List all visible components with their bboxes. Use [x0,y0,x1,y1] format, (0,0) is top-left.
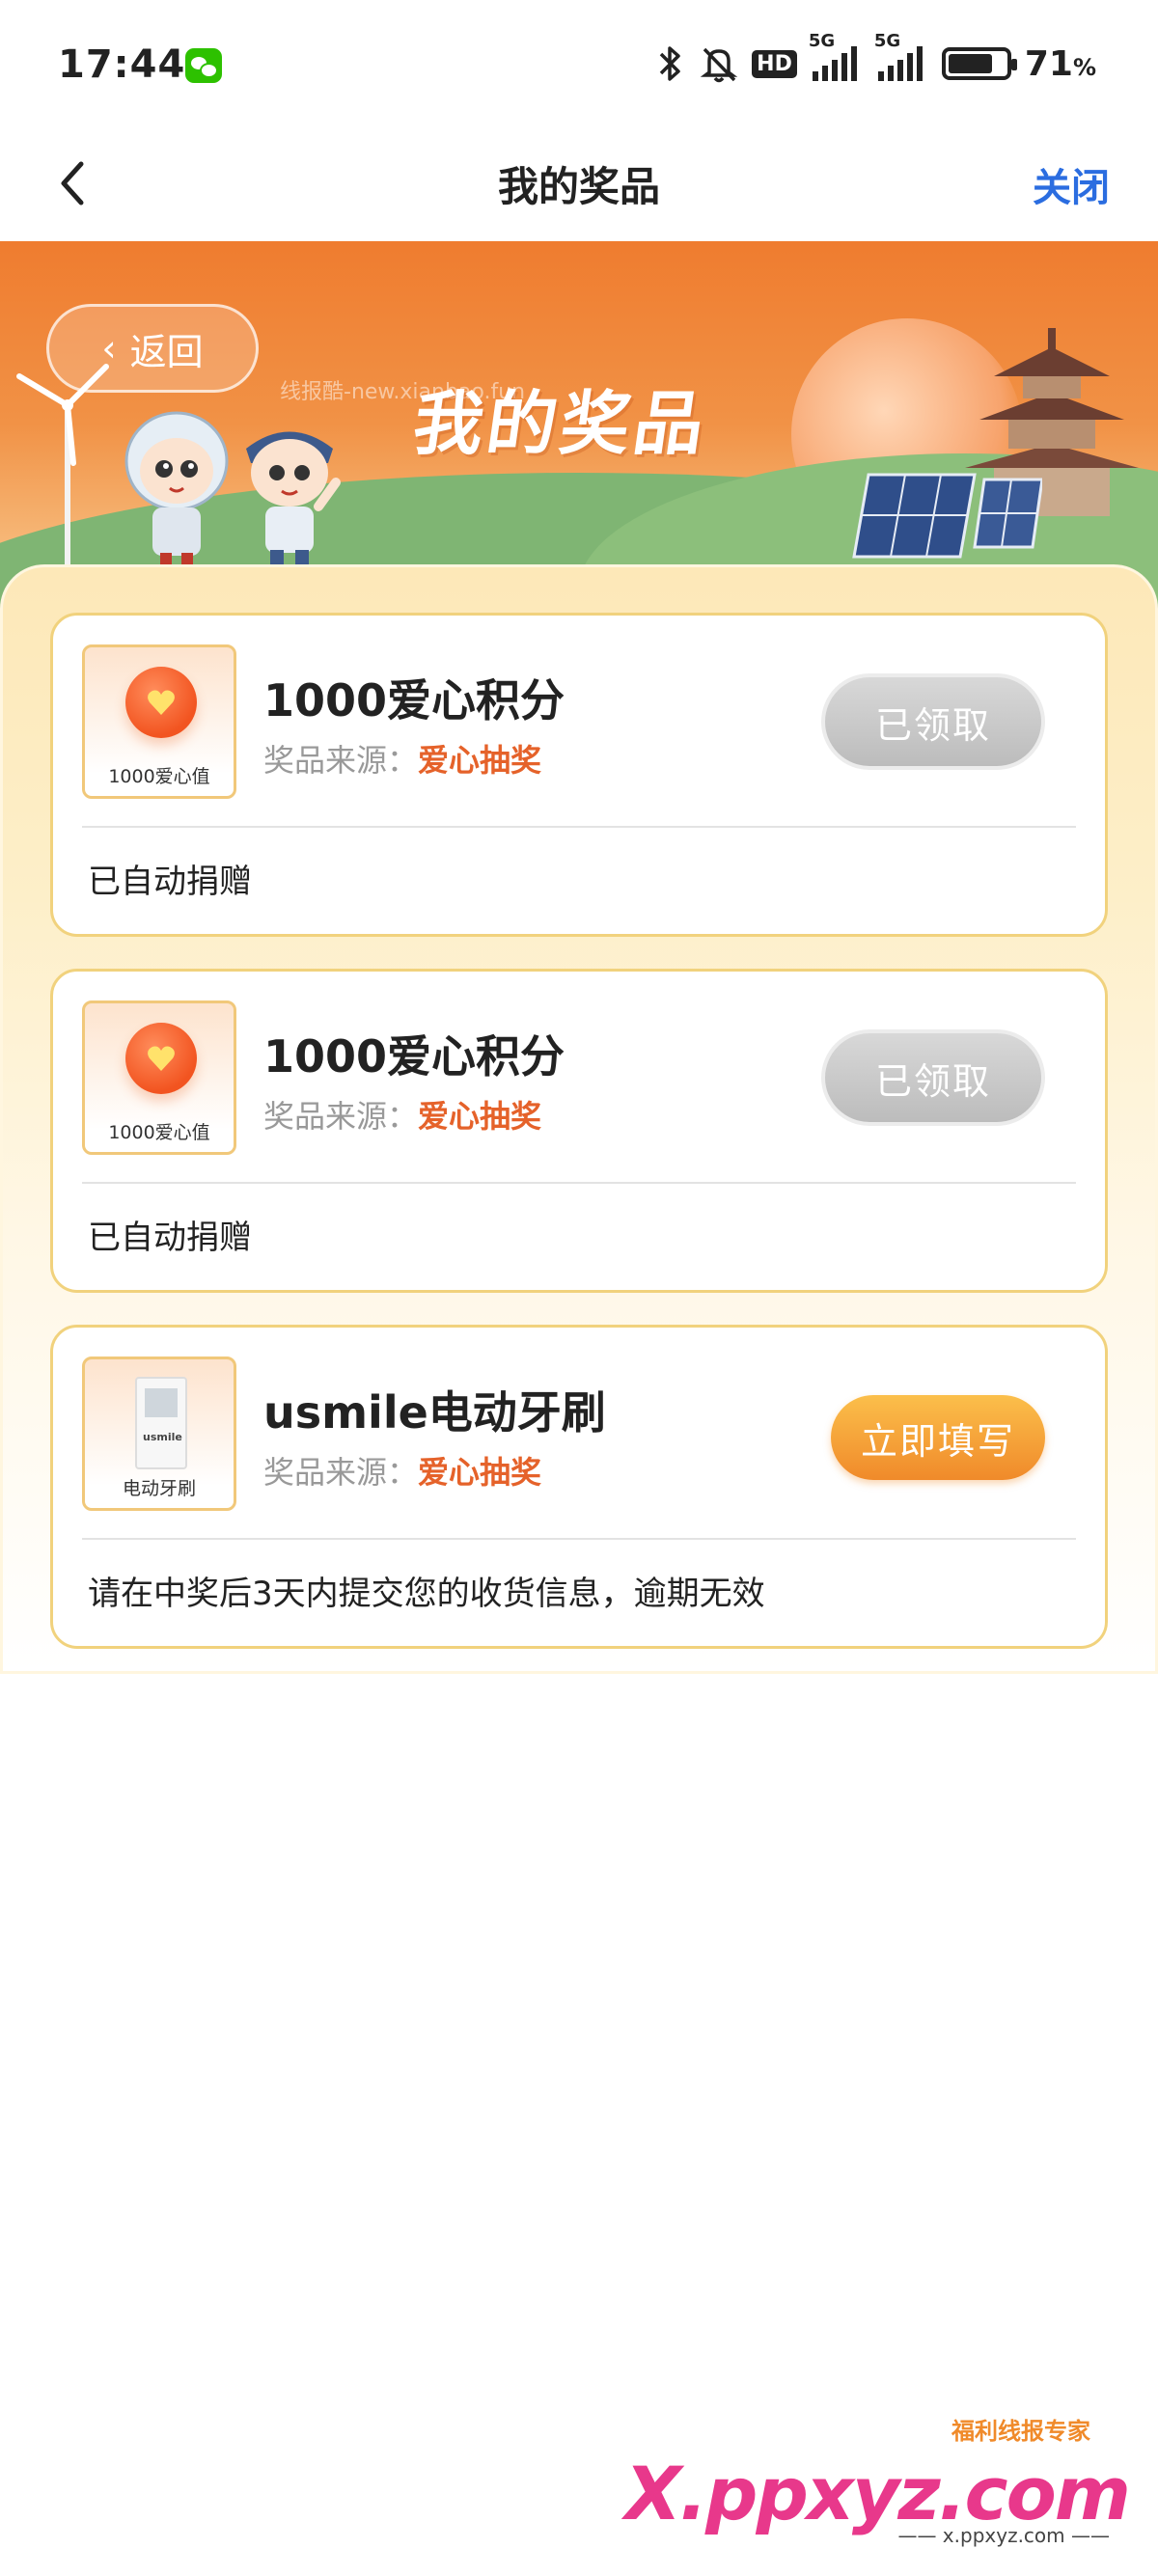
prize-thumbnail-label: 电动牙刷 [122,1478,196,1499]
status-bar: 17:44 HD 5G 5G 71% [0,0,1158,125]
card-divider [82,826,1076,828]
heart-icon [148,690,175,715]
fill-address-button[interactable]: 立即填写 [831,1395,1045,1480]
prize-card: 1000爱心值 1000爱心积分 奖品来源：爱心抽奖 已领取 已自动捐赠 [50,613,1108,937]
toothbrush-box-image: usmile [135,1377,187,1469]
banner-back-label: 返回 [129,330,204,373]
banner-back-button[interactable]: ‹ 返回 [46,304,259,393]
prize-note: 已自动捐赠 [88,1219,252,1257]
battery-icon [941,47,1017,80]
prize-thumbnail: usmile 电动牙刷 [82,1357,236,1511]
claimed-button[interactable]: 已领取 [821,673,1045,770]
close-button[interactable]: 关闭 [1033,156,1110,212]
prize-card: 1000爱心值 1000爱心积分 奖品来源：爱心抽奖 已领取 已自动捐赠 [50,969,1108,1293]
page-title: 我的奖品 [497,163,660,210]
battery-level [948,54,993,73]
prize-thumbnail: 1000爱心值 [82,1000,236,1155]
prize-thumbnail: 1000爱心值 [82,644,236,799]
card-divider [82,1538,1076,1540]
prize-thumbnail-label: 1000爱心值 [108,766,210,787]
bluetooth-icon [659,46,680,81]
status-time: 17:44 [58,42,186,87]
watermark-subtext: —— x.ppxyz.com —— [897,2524,1110,2547]
toothbrush-brand-logo: usmile [143,1431,182,1443]
prize-card: usmile 电动牙刷 usmile电动牙刷 奖品来源：爱心抽奖 立即填写 请在… [50,1325,1108,1649]
signal-2: 5G [874,31,928,83]
mascot-girl-illustration [124,411,229,566]
battery-percent: 71% [1024,43,1096,84]
nav-bar: 我的奖品 关闭 [0,125,1158,241]
network-type-1: 5G [808,31,836,51]
watermark-tagline: 福利线报专家 [951,2418,1090,2445]
prize-source: 奖品来源：爱心抽奖 [263,1098,542,1135]
wechat-notification-icon [185,48,222,83]
network-type-2: 5G [873,31,901,51]
hd-badge: HD [752,49,797,78]
banner-title: 我的奖品 [408,383,714,464]
card-divider [82,1182,1076,1184]
prize-name: 1000爱心积分 [263,674,565,726]
prize-note: 请在中奖后3天内提交您的收货信息，逾期无效 [88,1575,765,1613]
heart-badge [125,667,197,738]
prize-source: 奖品来源：爱心抽奖 [263,742,542,779]
prize-name: usmile电动牙刷 [263,1386,606,1439]
signal-1: 5G [809,31,863,83]
status-icons: HD 5G 5G 71% [653,31,1096,89]
chevron-left-icon: ‹ [101,327,117,370]
mascot-boy-illustration [246,431,341,567]
prize-source: 奖品来源：爱心抽奖 [263,1454,542,1491]
heart-icon [148,1046,175,1071]
site-watermark-logo: 福利线报专家 X.ppxyz.com —— x.ppxyz.com —— [625,2412,1131,2547]
prize-note: 已自动捐赠 [88,863,252,901]
solar-panel-illustration [852,473,1042,559]
prize-name: 1000爱心积分 [263,1030,565,1082]
mute-bell-icon [700,47,738,83]
claimed-button[interactable]: 已领取 [821,1029,1045,1126]
prize-thumbnail-label: 1000爱心值 [108,1122,210,1143]
heart-badge [125,1023,197,1094]
